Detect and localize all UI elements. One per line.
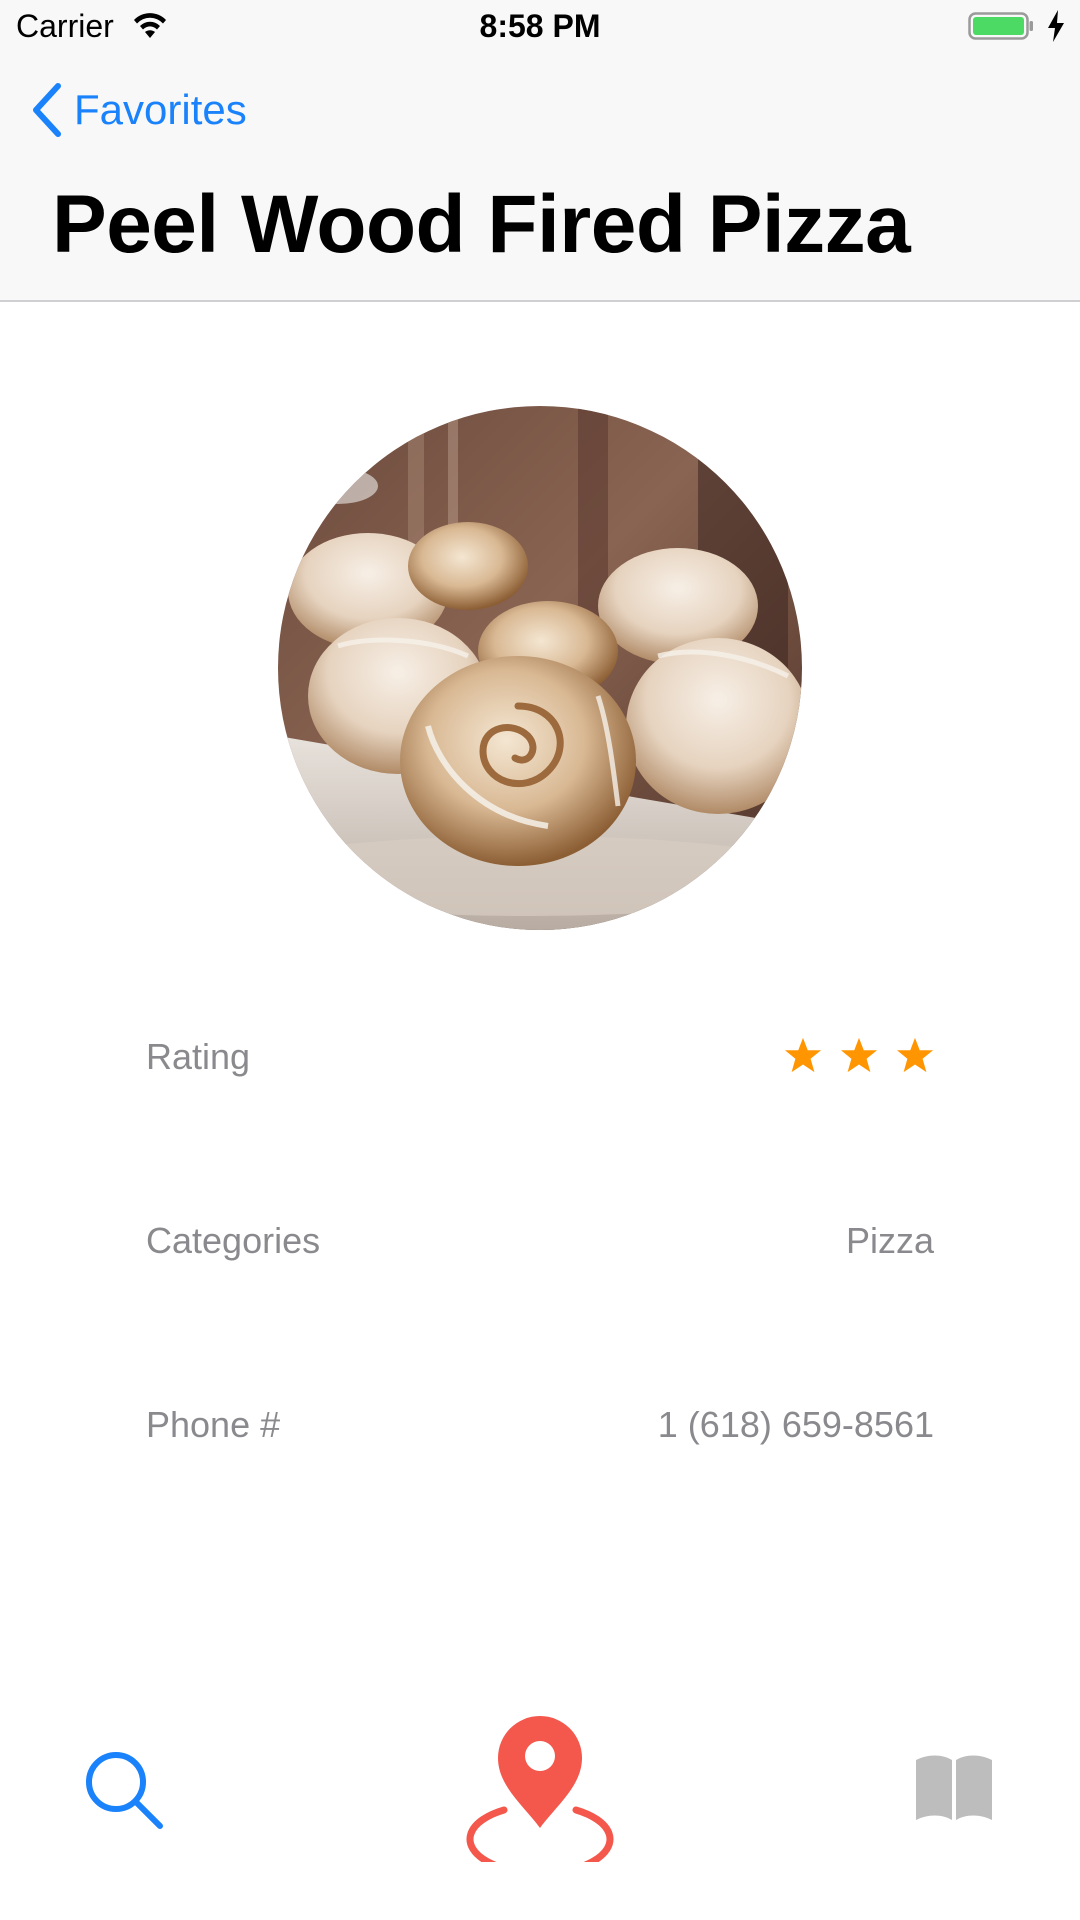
chevron-left-icon [33,83,61,137]
star-icon [840,1037,878,1073]
categories-value: Pizza [845,1220,934,1261]
tab-bar [0,1700,1080,1920]
back-button-label: Favorites [74,86,247,133]
categories-label: Categories [146,1220,321,1261]
categories-row: Categories Pizza [146,1210,934,1270]
phone-label: Phone # [146,1404,281,1445]
restaurant-detail-screen: Carrier 8:58 PM Favorites Peel Wood Fire… [0,0,1080,1920]
restaurant-photo [278,406,802,930]
navigation-bar: Favorites Peel Wood Fired Pizza [0,54,1080,302]
charging-bolt-icon [1048,10,1064,42]
star-icon [784,1037,822,1073]
clock: 8:58 PM [479,8,601,44]
rating-row: Rating [146,1026,934,1086]
food-image [278,406,802,930]
map-pin-icon[interactable] [464,1710,616,1862]
star-icon [896,1037,934,1073]
back-button[interactable]: Favorites [30,82,247,138]
rating-label: Rating [146,1036,251,1077]
phone-value[interactable]: 1 (618) 659-8561 [658,1404,934,1446]
phone-row: Phone # 1 (618) 659-8561 [146,1394,934,1454]
search-icon[interactable] [80,1746,170,1836]
page-title: Peel Wood Fired Pizza [52,179,911,270]
status-bar: Carrier 8:58 PM [0,0,1080,54]
rating-stars [784,1036,934,1074]
book-icon[interactable] [914,1752,994,1824]
battery-icon [968,12,1033,40]
